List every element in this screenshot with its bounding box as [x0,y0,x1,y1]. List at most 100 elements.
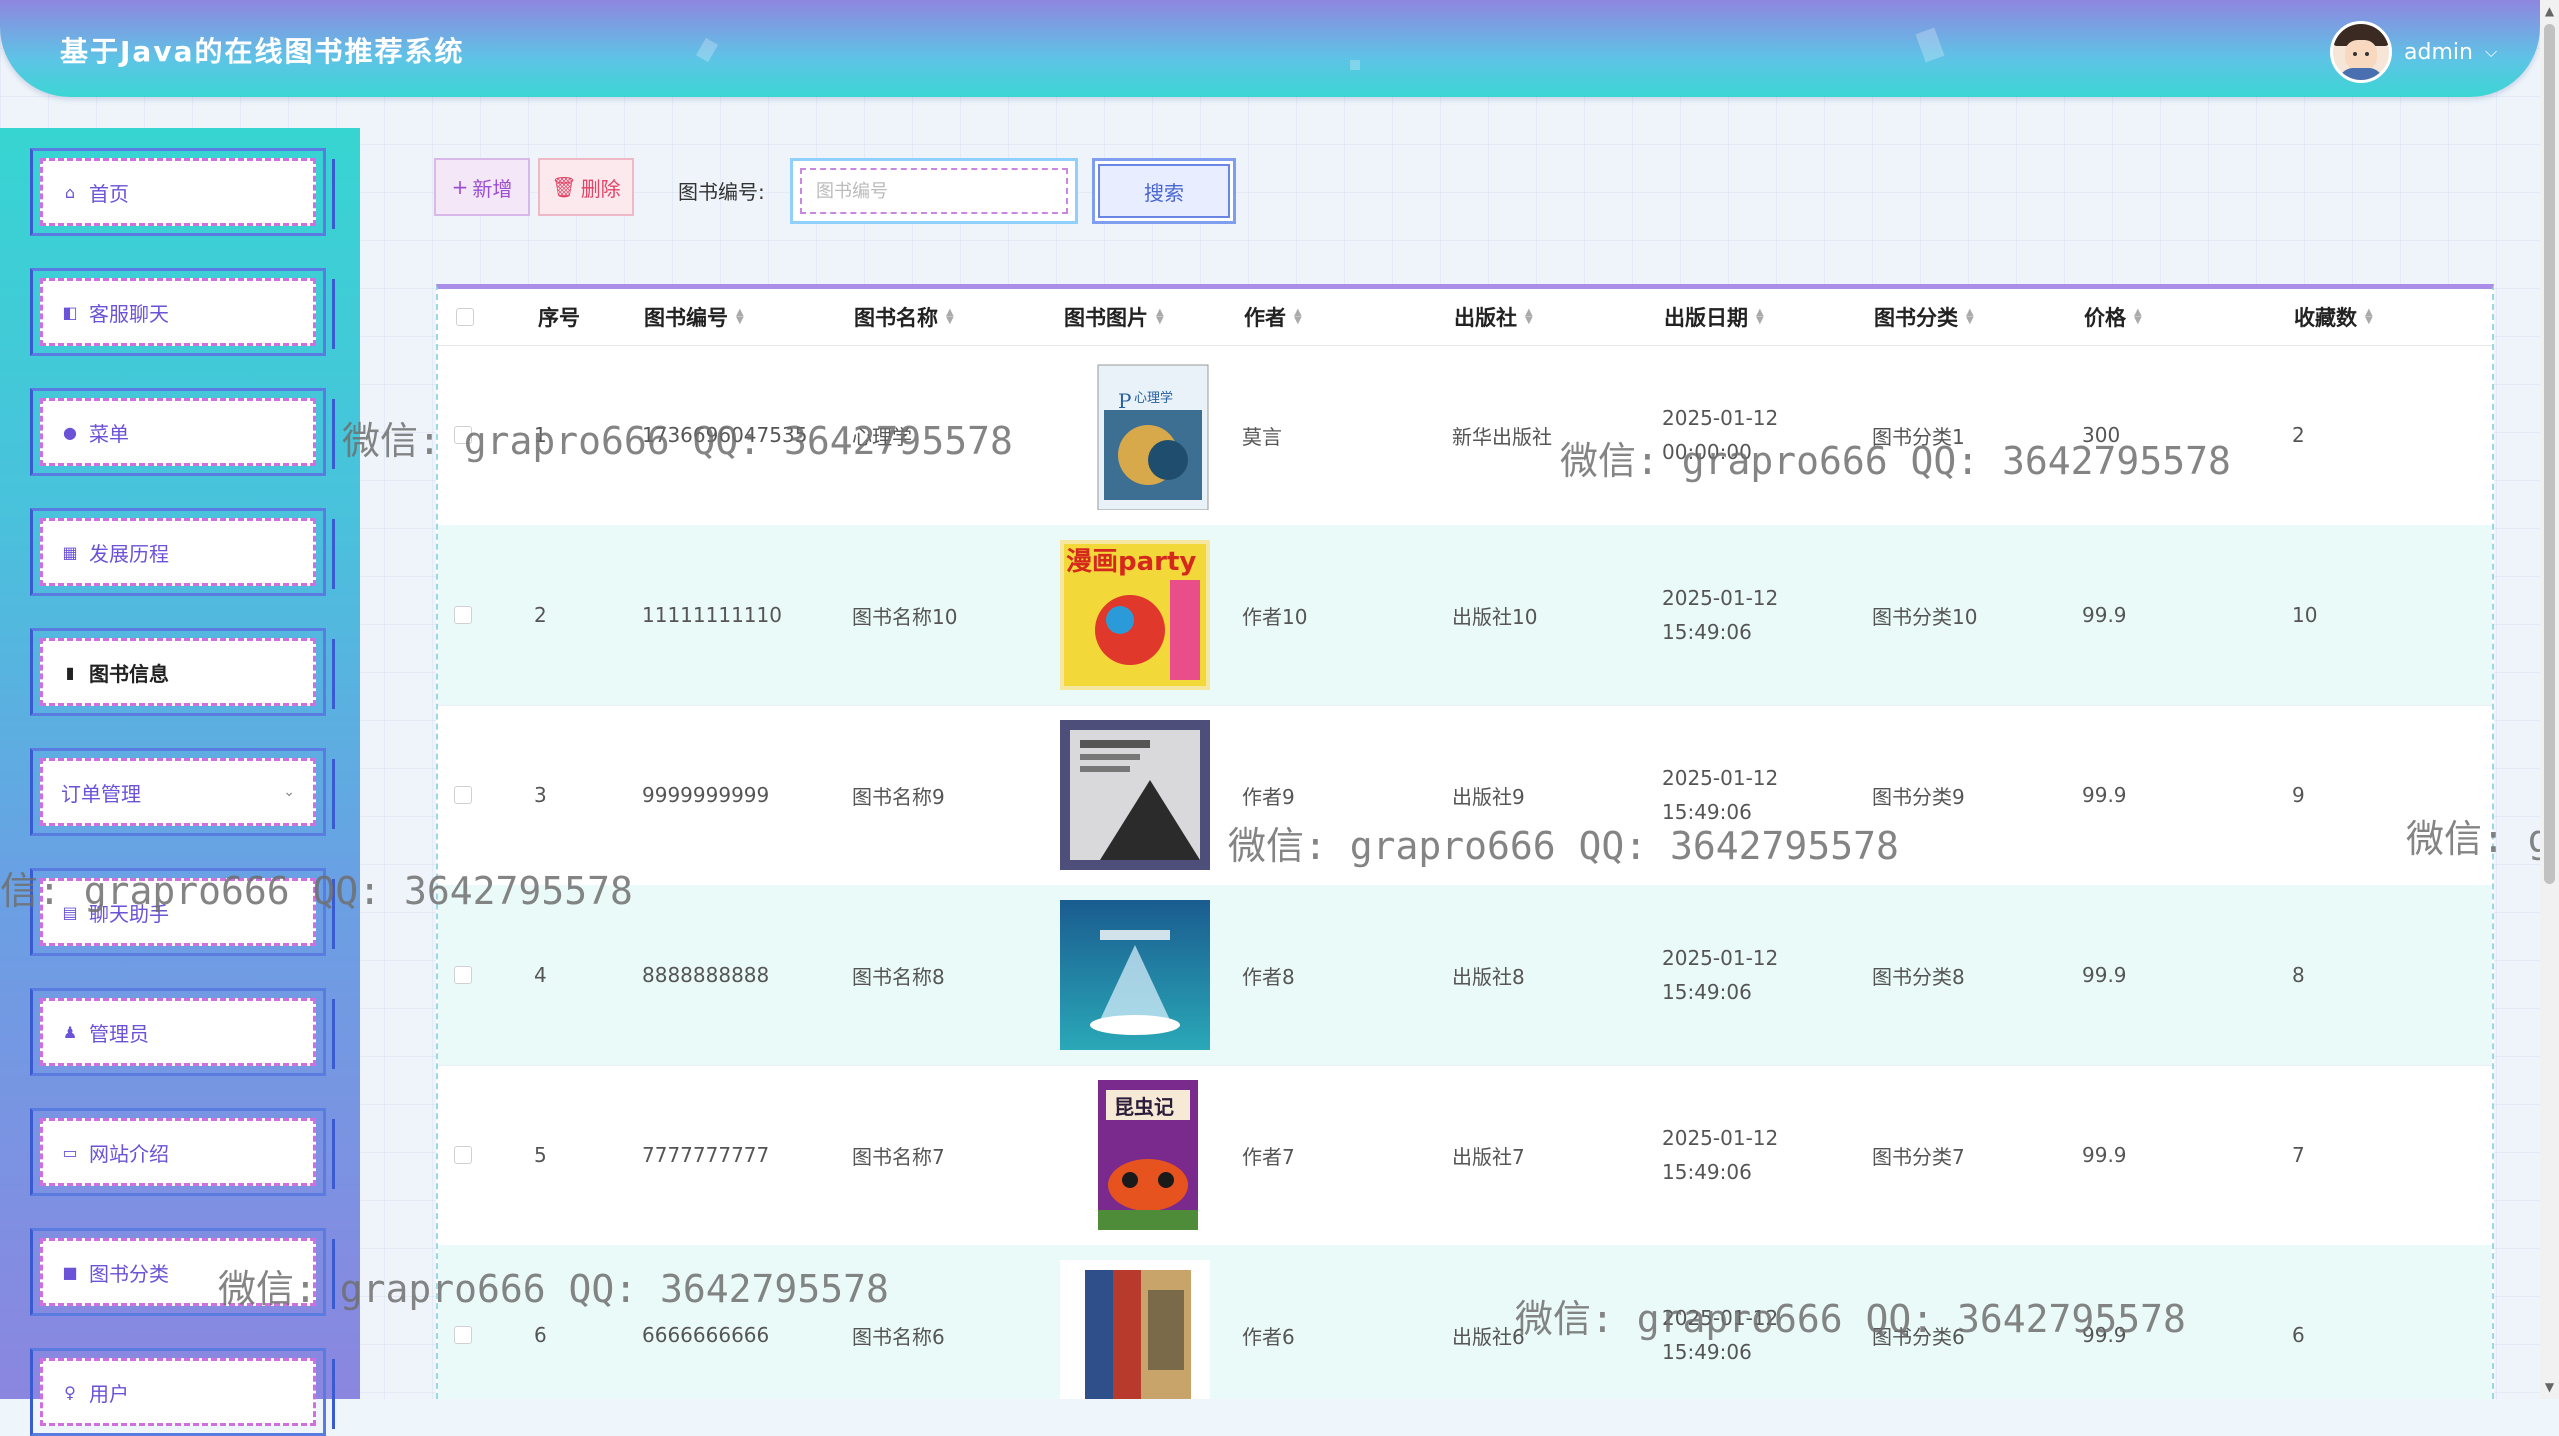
book-icon: ▮ [65,662,75,682]
folder-icon: ▭ [62,1142,78,1162]
vertical-scrollbar[interactable]: ▲ ▼ [2540,0,2559,1399]
sidebar-item-label: 首页 [89,181,129,206]
select-all-checkbox[interactable] [456,289,474,345]
sidebar-item-label: 客服聊天 [89,301,169,326]
cell-index: 3 [534,783,547,807]
sidebar-item-order-management[interactable]: 订单管理 ⌄ [30,748,335,836]
svg-text:漫画party: 漫画party [1066,547,1196,577]
gift-icon: ▦ [62,542,78,562]
cell-author: 作者8 [1242,964,1295,989]
sidebar-item-label: 菜单 [89,421,129,446]
row-checkbox[interactable] [454,1065,472,1245]
book-cover-image[interactable]: P 心理学 [1078,360,1228,510]
column-header[interactable]: 作者 ▲ ▼ [1244,289,1302,345]
watermark: 微信: grapro666 QQ: 3642795578 [1515,1297,2186,1341]
sort-icon[interactable]: ▲ ▼ [2134,308,2142,326]
avatar[interactable] [2330,21,2392,83]
column-header[interactable]: 价格 ▲ ▼ [2084,289,2142,345]
user-icon: ♟ [62,1022,78,1042]
search-button[interactable]: 搜索 [1092,158,1236,224]
search-input[interactable] [800,168,1068,214]
column-header[interactable]: 图书名称 ▲ ▼ [854,289,954,345]
sort-icon[interactable]: ▲ ▼ [1294,308,1302,326]
sort-icon[interactable]: ▲ ▼ [1966,308,1974,326]
scroll-down-arrow-icon[interactable]: ▼ [2543,1380,2556,1394]
cell-category: 图书分类7 [1872,1144,1965,1169]
book-cover-image[interactable] [1060,720,1210,870]
chevron-down-icon[interactable]: ⌵ [2485,42,2497,62]
delete-button[interactable]: 🗑 删除 [538,158,634,216]
table-row[interactable]: 2 11111111110 图书名称10 漫画party 作者10 出版社10 … [438,525,2492,706]
watermark: 微信: grapro666 QQ: 3642795578 [1560,439,2231,483]
sidebar-item-site-intro[interactable]: ▭ 网站介绍 [30,1108,335,1196]
trash-icon: 🗑 [551,175,577,199]
cell-index: 5 [534,1143,547,1167]
cell-publisher: 出版社7 [1452,1144,1525,1169]
svg-text:心理学: 心理学 [1134,390,1173,406]
header-decoration [695,37,719,63]
cell-name: 图书名称9 [852,784,945,809]
svg-text:昆虫记: 昆虫记 [1114,1095,1174,1119]
user-menu[interactable]: admin ⌵ [2330,21,2497,83]
sidebar-item-customer-chat[interactable]: ◧ 客服聊天 [30,268,335,356]
home-icon: ⌂ [64,182,76,202]
cell-favorites: 2 [2292,423,2305,447]
watermark: 微信: grapro666 QQ: 3642795578 [342,419,1013,463]
table-row[interactable]: 4 8888888888 图书名称8 作者8 出版社8 2025-01-12 1… [438,885,2492,1066]
sidebar-item-label: 发展历程 [89,541,169,566]
book-cover-image[interactable]: 漫画party [1060,540,1210,690]
book-cover-image[interactable] [1060,1260,1210,1399]
user-name[interactable]: admin [2404,40,2473,65]
header-decoration [1350,60,1360,70]
column-header[interactable]: 图书图片 ▲ ▼ [1064,289,1164,345]
chat-window-icon: ◧ [62,302,78,322]
sidebar-item-label: 用户 [89,1381,129,1406]
column-header[interactable]: 收藏数 ▲ ▼ [2294,289,2373,345]
sort-icon[interactable]: ▲ ▼ [736,308,744,326]
column-header[interactable]: 图书分类 ▲ ▼ [1874,289,1974,345]
watermark: 信: grapro666 QQ: 3642795578 [0,869,633,913]
watermark: 微信: grapro666 QQ: 3642795578 [1228,824,1899,868]
menu-circle-icon: ● [63,422,77,442]
column-header[interactable]: 图书编号 ▲ ▼ [644,289,744,345]
column-header[interactable]: 出版社 ▲ ▼ [1454,289,1533,345]
sort-icon[interactable]: ▲ ▼ [1756,308,1764,326]
sidebar-item-history[interactable]: ▦ 发展历程 [30,508,335,596]
scrollbar-thumb[interactable] [2544,24,2555,884]
cell-name: 图书名称8 [852,964,945,989]
cell-code: 11111111110 [642,603,782,627]
cell-category: 图书分类8 [1872,964,1965,989]
column-header[interactable]: 出版日期 ▲ ▼ [1664,289,1764,345]
sort-icon[interactable]: ▲ ▼ [1156,308,1164,326]
sidebar-item-user[interactable]: ♀ 用户 [30,1348,335,1436]
sort-icon[interactable]: ▲ ▼ [2365,308,2373,326]
cell-name: 图书名称7 [852,1144,945,1169]
cell-code: 7777777777 [642,1143,770,1167]
svg-text:P: P [1118,389,1131,413]
book-cover-image[interactable]: 昆虫记 [1078,1080,1228,1230]
add-button[interactable]: + 新增 [434,158,530,216]
chevron-down-icon[interactable]: ⌄ [283,784,295,800]
sidebar: ⌂ 首页 ◧ 客服聊天 ● 菜单 ▦ 发展历程 ▮ 图书信息 订单管理 ⌄ ▤ 聊天助手 ♟ 管… [0,128,360,1436]
search-field[interactable] [790,158,1078,224]
person-icon: ♀ [64,1382,76,1402]
sidebar-item-home[interactable]: ⌂ 首页 [30,148,335,236]
sidebar-item-label: 管理员 [89,1021,149,1046]
watermark: 微信: grapro666 QQ: 3642795578 [218,1267,889,1311]
sort-icon[interactable]: ▲ ▼ [1525,308,1533,326]
table-row[interactable]: 5 7777777777 图书名称7 昆虫记 作者7 出版社7 2025-01-… [438,1065,2492,1246]
cell-publisher: 出版社6 [1452,1324,1525,1349]
sidebar-item-admin[interactable]: ♟ 管理员 [30,988,335,1076]
header-decoration [1915,27,1945,63]
app-title: 基于Java的在线图书推荐系统 [60,35,465,68]
cell-date: 2025-01-12 15:49:06 [1662,1126,1779,1184]
row-checkbox[interactable] [454,705,472,885]
book-cover-image[interactable] [1060,900,1210,1050]
cell-date: 2025-01-12 15:49:06 [1662,586,1779,644]
row-checkbox[interactable] [454,525,472,705]
sidebar-item-menu[interactable]: ● 菜单 [30,388,335,476]
scroll-up-arrow-icon[interactable]: ▲ [2543,4,2556,18]
sort-icon[interactable]: ▲ ▼ [946,308,954,326]
plus-icon: + [451,175,469,199]
sidebar-item-book-info[interactable]: ▮ 图书信息 [30,628,335,716]
